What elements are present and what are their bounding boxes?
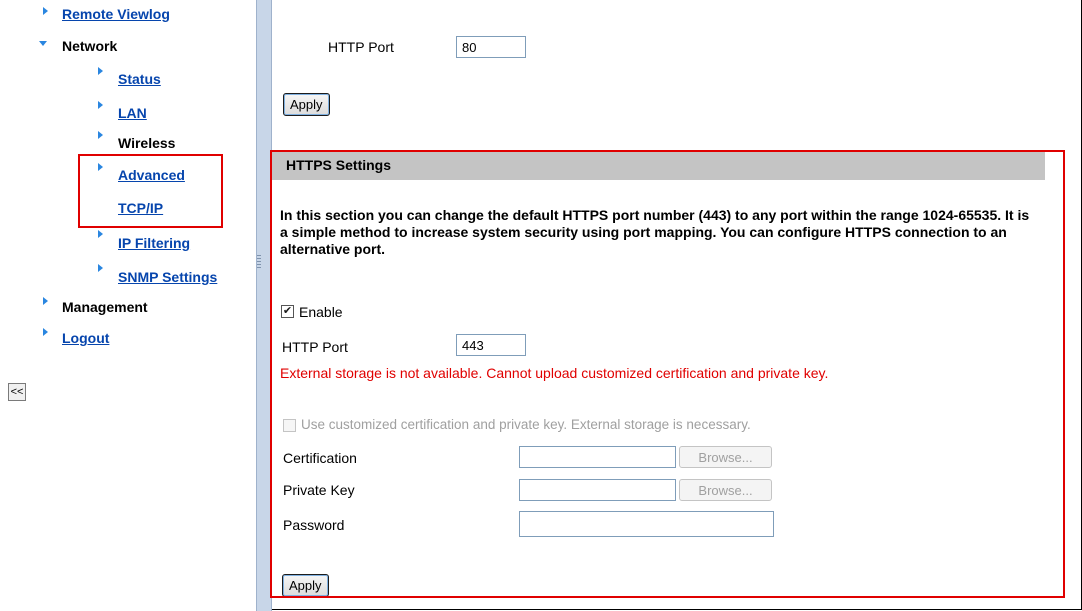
sidebar-item-label: Wireless bbox=[118, 135, 176, 151]
arrow-down-icon bbox=[39, 41, 47, 46]
sidebar-item-label: Network bbox=[62, 38, 118, 54]
https-description: In this section you can change the defau… bbox=[280, 207, 1030, 257]
sidebar-item-label[interactable]: SNMP Settings bbox=[118, 269, 217, 285]
frame-splitter[interactable] bbox=[256, 0, 272, 611]
sidebar-item-network[interactable]: Network bbox=[62, 38, 117, 54]
sidebar-item-snmp-settings[interactable]: SNMP Settings bbox=[118, 269, 217, 285]
certification-file-input[interactable] bbox=[519, 446, 676, 468]
sidebar-item-management[interactable]: Management bbox=[62, 299, 148, 315]
section-title: HTTPS Settings bbox=[286, 157, 392, 173]
sidebar-item-label[interactable]: Logout bbox=[62, 330, 109, 346]
certification-browse-button[interactable]: Browse... bbox=[679, 446, 772, 468]
custom-cert-label: Use customized certification and private… bbox=[301, 417, 751, 432]
sidebar-item-label[interactable]: LAN bbox=[118, 105, 147, 121]
arrow-right-icon bbox=[98, 131, 103, 139]
storage-error-message: External storage is not available. Canno… bbox=[280, 365, 829, 381]
sidebar-item-status[interactable]: Status bbox=[118, 71, 161, 87]
arrow-right-icon bbox=[98, 101, 103, 109]
sidebar-item-logout[interactable]: Logout bbox=[62, 330, 109, 346]
https-port-label: HTTP Port bbox=[282, 339, 348, 355]
http-port-input[interactable] bbox=[456, 36, 526, 58]
enable-label: Enable bbox=[299, 304, 343, 320]
enable-checkbox[interactable]: ✔ bbox=[281, 305, 294, 318]
sidebar-item-label: Management bbox=[62, 299, 148, 315]
arrow-right-icon bbox=[98, 163, 103, 171]
sidebar-item-remote-viewlog[interactable]: Remote Viewlog bbox=[62, 6, 170, 22]
http-port-label: HTTP Port bbox=[328, 39, 394, 55]
sidebar-item-label[interactable]: Status bbox=[118, 71, 161, 87]
https-apply-button[interactable]: Apply bbox=[282, 574, 329, 597]
private-key-label: Private Key bbox=[283, 482, 355, 498]
arrow-right-icon bbox=[43, 7, 48, 15]
sidebar-item-label[interactable]: TCP/IP bbox=[118, 200, 163, 216]
password-label: Password bbox=[283, 517, 345, 533]
private-key-browse-button[interactable]: Browse... bbox=[679, 479, 772, 501]
arrow-right-icon bbox=[98, 264, 103, 272]
sidebar-item-wireless[interactable]: Wireless bbox=[118, 135, 175, 151]
custom-cert-checkbox[interactable] bbox=[283, 419, 296, 432]
sidebar-item-lan[interactable]: LAN bbox=[118, 105, 147, 121]
https-section-header: HTTPS Settings bbox=[272, 150, 1045, 180]
arrow-right-icon bbox=[43, 297, 48, 305]
http-apply-button[interactable]: Apply bbox=[283, 93, 330, 116]
arrow-right-icon bbox=[98, 67, 103, 75]
arrow-right-icon bbox=[98, 230, 103, 238]
sidebar-item-label[interactable]: Advanced bbox=[118, 167, 185, 183]
sidebar-item-ip-filtering[interactable]: IP Filtering bbox=[118, 235, 190, 251]
sidebar-item-advanced[interactable]: Advanced bbox=[118, 167, 185, 183]
sidebar-item-tcpip[interactable]: TCP/IP bbox=[118, 200, 163, 216]
https-port-input[interactable] bbox=[456, 334, 526, 356]
password-input[interactable] bbox=[519, 511, 774, 537]
collapse-sidebar-button[interactable]: << bbox=[8, 383, 26, 401]
sidebar-item-label[interactable]: IP Filtering bbox=[118, 235, 190, 251]
arrow-right-icon bbox=[43, 328, 48, 336]
sidebar-item-label[interactable]: Remote Viewlog bbox=[62, 6, 170, 22]
splitter-grip-icon[interactable] bbox=[257, 255, 261, 269]
private-key-file-input[interactable] bbox=[519, 479, 676, 501]
certification-label: Certification bbox=[283, 450, 357, 466]
sidebar: Remote Viewlog Network Status LAN Wirele… bbox=[0, 0, 256, 611]
